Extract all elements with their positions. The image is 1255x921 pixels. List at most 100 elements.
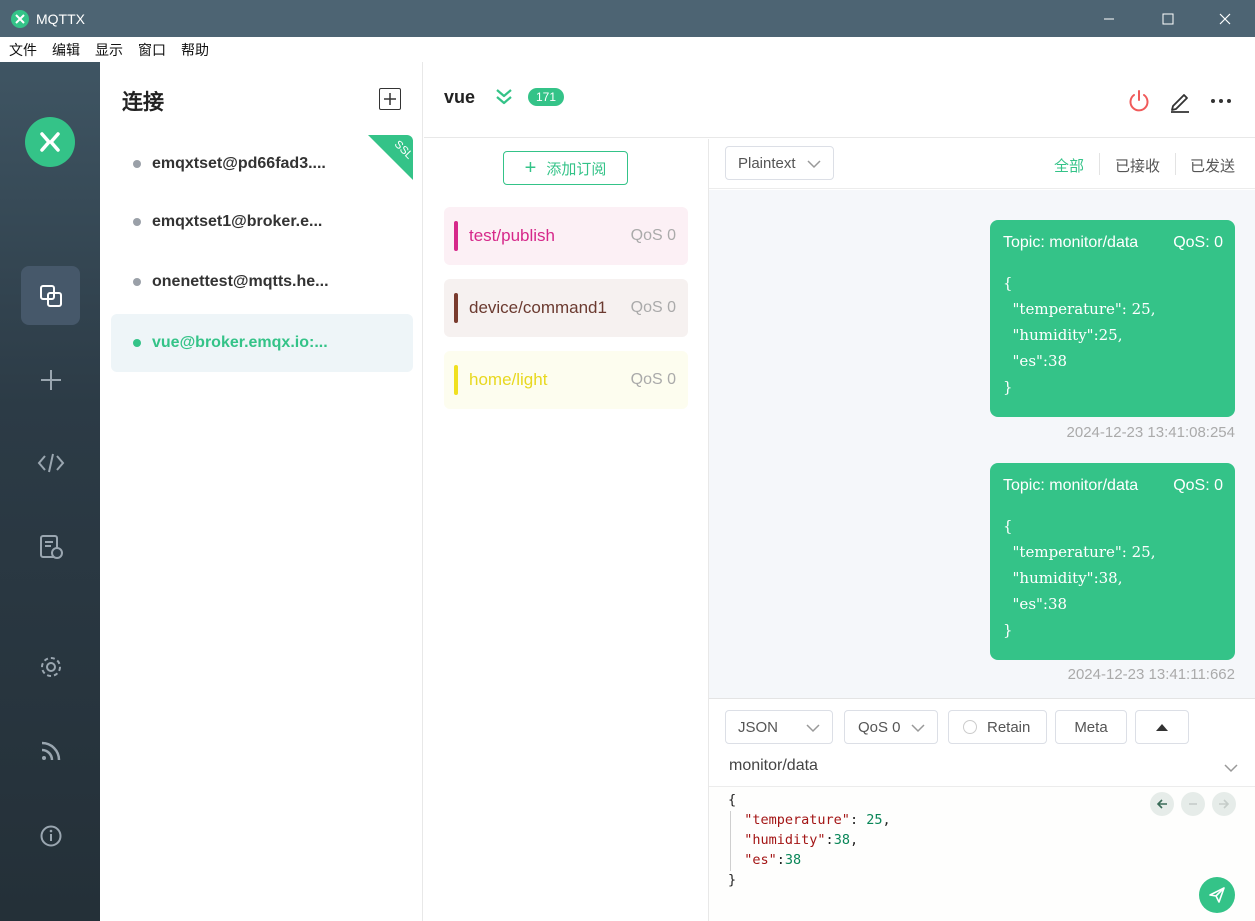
retain-checkbox[interactable]: Retain — [948, 710, 1047, 744]
nav-log-button[interactable] — [21, 517, 80, 576]
menu-edit[interactable]: 编辑 — [52, 40, 80, 60]
nav-script-button[interactable] — [21, 433, 80, 492]
window-title: MQTTX — [36, 10, 85, 27]
info-icon — [40, 825, 61, 846]
edit-connection-button[interactable] — [1167, 88, 1193, 114]
filter-received[interactable]: 已接收 — [1115, 155, 1160, 176]
payload-format-value: Plaintext — [738, 154, 796, 172]
menu-window[interactable]: 窗口 — [138, 40, 166, 60]
history-back-button[interactable] — [1150, 792, 1174, 816]
app-logo-icon — [11, 9, 29, 28]
subscription-color-bar — [454, 365, 458, 395]
collapse-chevron-icon[interactable] — [494, 87, 514, 112]
status-dot — [133, 218, 141, 226]
subscriptions-panel: + 添加订阅 test/publish QoS 0 device/command… — [424, 139, 709, 921]
send-icon — [1209, 887, 1225, 903]
message-count-badge: 171 — [528, 88, 565, 106]
connection-item[interactable]: onenettest@mqtts.he... — [111, 253, 413, 311]
menu-bar: 文件 编辑 显示 窗口 帮助 — [0, 37, 1255, 62]
subscription-item[interactable]: home/light QoS 0 — [444, 351, 688, 409]
connection-list-panel: 连接 emqxtset@pd66fad3.... SSL emqxtset1@b… — [100, 62, 423, 921]
filter-all[interactable]: 全部 — [1054, 155, 1084, 176]
chevron-down-icon — [911, 724, 925, 733]
rss-icon — [41, 741, 60, 760]
maximize-button[interactable] — [1139, 0, 1197, 37]
message-bubble[interactable]: Topic: monitor/data QoS: 0 { "temperatur… — [990, 463, 1235, 660]
filter-divider — [1099, 153, 1100, 175]
subscription-color-bar — [454, 293, 458, 323]
code-icon — [37, 453, 64, 472]
minus-icon — [1189, 803, 1197, 805]
power-icon — [1129, 90, 1149, 112]
close-button[interactable] — [1196, 0, 1254, 37]
publish-topic-input[interactable]: monitor/data — [729, 757, 818, 775]
connection-header: vue 171 — [424, 62, 1255, 138]
message-qos: QoS: 0 — [1173, 234, 1223, 251]
menu-help[interactable]: 帮助 — [181, 40, 209, 60]
log-icon — [39, 534, 63, 559]
nav-about-button[interactable] — [21, 806, 80, 865]
edit-icon — [1171, 94, 1189, 113]
payload-editor[interactable]: { "temperature": 25, "humidity":38, "es"… — [709, 786, 1255, 921]
connection-label: emqxtset@pd66fad3.... — [152, 155, 326, 172]
chevron-down-icon[interactable] — [1224, 761, 1238, 775]
arrow-left-icon — [1156, 799, 1167, 809]
connection-label: emqxtset1@broker.e... — [152, 213, 323, 230]
new-connection-button[interactable] — [379, 88, 401, 110]
publish-format-select[interactable]: JSON — [725, 710, 833, 744]
publish-qos-value: QoS 0 — [858, 718, 901, 736]
publish-format-value: JSON — [738, 718, 779, 736]
disconnect-button[interactable] — [1126, 88, 1152, 114]
ssl-label: SSL — [392, 138, 413, 162]
payload-format-select[interactable]: Plaintext — [725, 146, 834, 180]
subscription-qos: QoS 0 — [630, 227, 676, 244]
history-clear-button[interactable] — [1181, 792, 1205, 816]
mqttx-logo-icon — [25, 117, 75, 167]
title-bar: MQTTX — [0, 0, 1255, 37]
minimize-button[interactable] — [1080, 0, 1138, 37]
add-subscription-button[interactable]: + 添加订阅 — [503, 151, 628, 185]
nav-feed-button[interactable] — [21, 721, 80, 780]
retain-label: Retain — [987, 718, 1031, 736]
message-time: 2024-12-23 13:41:08:254 — [1066, 424, 1235, 441]
message-composer: JSON QoS 0 Retain Meta monitor/data { "t… — [709, 698, 1255, 921]
message-time: 2024-12-23 13:41:11:662 — [1067, 666, 1235, 683]
meta-button[interactable]: Meta — [1055, 710, 1127, 744]
sidebar-nav — [0, 62, 100, 921]
message-topic: Topic: monitor/data — [1003, 234, 1139, 251]
subscription-topic: device/command1 — [469, 298, 607, 317]
plus-icon — [384, 93, 396, 105]
nav-connections-button[interactable] — [21, 266, 80, 325]
subscription-qos: QoS 0 — [630, 299, 676, 316]
nav-settings-button[interactable] — [21, 637, 80, 696]
expand-button[interactable] — [1135, 710, 1189, 744]
connection-item[interactable]: emqxtset@pd66fad3.... SSL — [111, 135, 413, 193]
status-dot — [133, 278, 141, 286]
subscription-item[interactable]: test/publish QoS 0 — [444, 207, 688, 265]
connection-name: vue — [444, 87, 476, 107]
subscription-topic: home/light — [469, 370, 548, 389]
connection-item[interactable]: emqxtset1@broker.e... — [111, 193, 413, 251]
connections-title: 连接 — [122, 91, 164, 114]
ssl-ribbon: SSL — [368, 135, 413, 180]
message-payload: { "temperature": 25, "humidity":25, "es"… — [1003, 274, 1156, 396]
subscription-item[interactable]: device/command1 QoS 0 — [444, 279, 688, 337]
history-forward-button[interactable] — [1212, 792, 1236, 816]
chevron-down-icon — [807, 160, 821, 169]
message-bubble[interactable]: Topic: monitor/data QoS: 0 { "temperatur… — [990, 220, 1235, 417]
menu-file[interactable]: 文件 — [9, 40, 37, 60]
chevron-down-icon — [806, 724, 820, 733]
subscription-qos: QoS 0 — [630, 371, 676, 388]
filter-sent[interactable]: 已发送 — [1190, 155, 1235, 176]
nav-new-connection-button[interactable] — [21, 350, 80, 409]
connection-item-active[interactable]: vue@broker.emqx.io:... — [111, 314, 413, 372]
subscription-color-bar — [454, 221, 458, 251]
publish-qos-select[interactable]: QoS 0 — [844, 710, 938, 744]
more-options-button[interactable] — [1208, 88, 1234, 114]
message-qos: QoS: 0 — [1173, 477, 1223, 494]
caret-up-icon — [1156, 724, 1168, 731]
menu-view[interactable]: 显示 — [95, 40, 123, 60]
plus-icon: + — [524, 157, 537, 179]
meta-label: Meta — [1074, 718, 1108, 736]
send-button[interactable] — [1199, 877, 1235, 913]
